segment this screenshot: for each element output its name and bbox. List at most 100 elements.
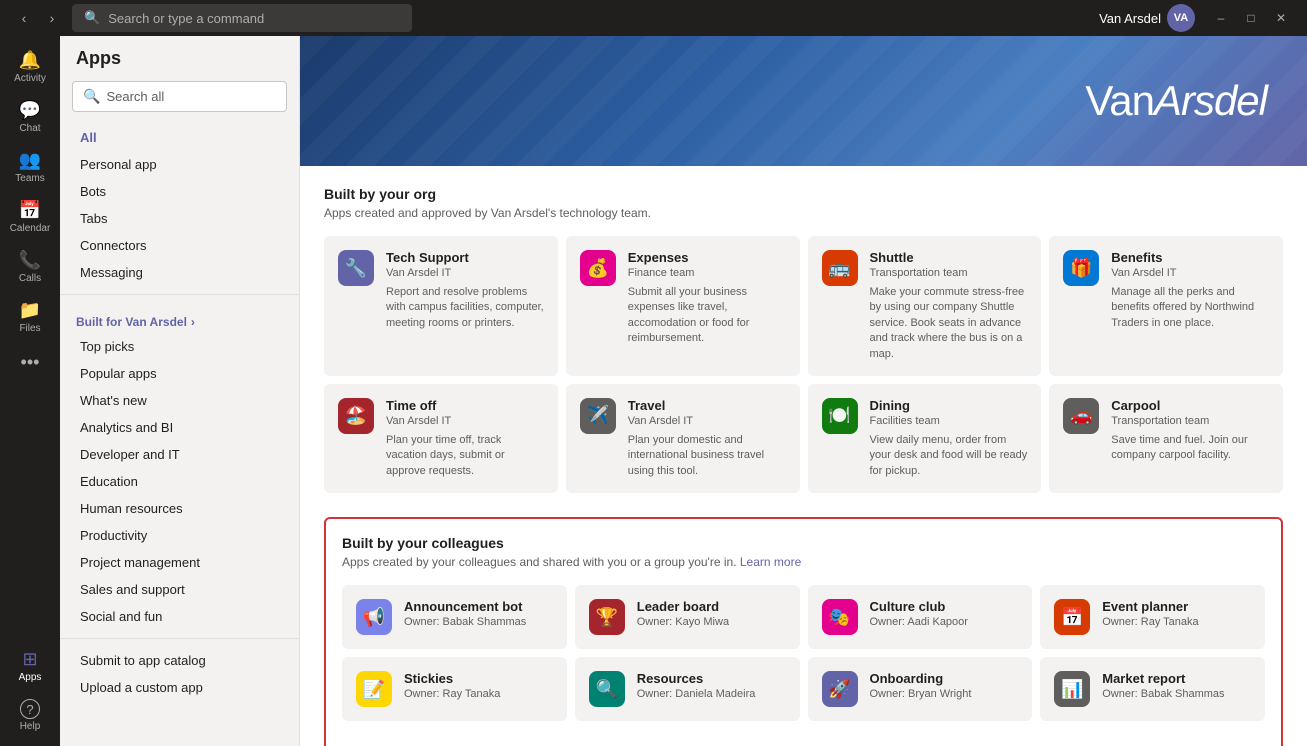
rail-item-teams[interactable]: 👥 Teams — [6, 144, 54, 190]
nav-forward-button[interactable]: › — [40, 6, 64, 30]
app-info: Carpool Transportation team Save time an… — [1111, 398, 1269, 464]
app-card[interactable]: 🔧 Tech Support Van Arsdel IT Report and … — [324, 236, 558, 376]
app-owner: Van Arsdel IT — [386, 267, 544, 279]
global-search-bar[interactable]: 🔍 — [72, 4, 412, 32]
app-info: Tech Support Van Arsdel IT Report and re… — [386, 250, 544, 331]
app-card[interactable]: 💰 Expenses Finance team Submit all your … — [566, 236, 800, 376]
sidebar-title: Apps — [60, 48, 299, 81]
sidebar-item-hr[interactable]: Human resources — [64, 495, 295, 522]
rail-item-activity[interactable]: 🔔 Activity — [6, 44, 54, 90]
sidebar-item-bots[interactable]: Bots — [64, 178, 295, 205]
app-card[interactable]: 🏖️ Time off Van Arsdel IT Plan your time… — [324, 384, 558, 493]
sidebar-item-all[interactable]: All — [64, 124, 295, 151]
app-name: Market report — [1102, 671, 1251, 686]
app-owner: Transportation team — [1111, 415, 1269, 427]
sidebar-item-whats-new[interactable]: What's new — [64, 387, 295, 414]
title-bar-left: ‹ › 🔍 — [12, 4, 412, 32]
colleagues-app-card[interactable]: 🎭 Culture club Owner: Aadi Kapoor — [808, 585, 1033, 649]
app-desc: Manage all the perks and benefits offere… — [1111, 285, 1269, 331]
app-name: Culture club — [870, 599, 1019, 614]
rail-item-chat[interactable]: 💬 Chat — [6, 94, 54, 140]
title-bar: ‹ › 🔍 Van Arsdel VA – □ ✕ — [0, 0, 1307, 36]
sidebar-search-icon: 🔍 — [83, 88, 100, 105]
app-owner: Owner: Ray Tanaka — [1102, 616, 1251, 628]
app-icon: 🏆 — [589, 599, 625, 635]
sidebar-item-tabs[interactable]: Tabs — [64, 205, 295, 232]
app-icon: 🎭 — [822, 599, 858, 635]
colleagues-app-card[interactable]: 🏆 Leader board Owner: Kayo Miwa — [575, 585, 800, 649]
calendar-icon: 📅 — [19, 200, 41, 221]
banner: VanArsdel — [300, 36, 1307, 166]
colleagues-app-card[interactable]: 🚀 Onboarding Owner: Bryan Wright — [808, 657, 1033, 721]
sidebar-item-developer[interactable]: Developer and IT — [64, 441, 295, 468]
sidebar-item-messaging[interactable]: Messaging — [64, 259, 295, 286]
app-name: Time off — [386, 398, 544, 413]
sidebar-search-input[interactable] — [106, 89, 276, 104]
sidebar-built-for-header[interactable]: Built for Van Arsdel › — [60, 303, 299, 333]
app-name: Tech Support — [386, 250, 544, 265]
user-info[interactable]: Van Arsdel VA — [1099, 4, 1195, 32]
app-owner: Owner: Babak Shammas — [1102, 688, 1251, 700]
minimize-button[interactable]: – — [1207, 4, 1235, 32]
app-desc: Save time and fuel. Join our company car… — [1111, 433, 1269, 464]
rail-item-apps[interactable]: ⊞ Apps — [6, 643, 54, 689]
rail-item-calendar[interactable]: 📅 Calendar — [6, 194, 54, 240]
colleagues-app-card[interactable]: 📢 Announcement bot Owner: Babak Shammas — [342, 585, 567, 649]
app-desc: Submit all your business expenses like t… — [628, 285, 786, 347]
app-owner: Owner: Kayo Miwa — [637, 616, 786, 628]
sidebar-item-education[interactable]: Education — [64, 468, 295, 495]
sidebar-item-social[interactable]: Social and fun — [64, 603, 295, 630]
sidebar-search[interactable]: 🔍 — [72, 81, 287, 112]
app-icon: 🚌 — [822, 250, 858, 286]
more-button[interactable]: ••• — [21, 352, 40, 373]
rail-item-files[interactable]: 📁 Files — [6, 294, 54, 340]
app-info: Travel Van Arsdel IT Plan your domestic … — [628, 398, 786, 479]
app-icon: 🔍 — [589, 671, 625, 707]
app-card[interactable]: 🚌 Shuttle Transportation team Make your … — [808, 236, 1042, 376]
colleagues-app-card[interactable]: 📅 Event planner Owner: Ray Tanaka — [1040, 585, 1265, 649]
app-owner: Owner: Aadi Kapoor — [870, 616, 1019, 628]
app-card[interactable]: ✈️ Travel Van Arsdel IT Plan your domest… — [566, 384, 800, 493]
app-owner: Owner: Daniela Madeira — [637, 688, 786, 700]
sidebar-item-top-picks[interactable]: Top picks — [64, 333, 295, 360]
nav-back-button[interactable]: ‹ — [12, 6, 36, 30]
sidebar-item-productivity[interactable]: Productivity — [64, 522, 295, 549]
sidebar-item-popular[interactable]: Popular apps — [64, 360, 295, 387]
rail-item-help[interactable]: ? Help — [6, 693, 54, 738]
help-icon: ? — [20, 699, 40, 719]
app-icon: 🎁 — [1063, 250, 1099, 286]
close-button[interactable]: ✕ — [1267, 4, 1295, 32]
rail-item-calls[interactable]: 📞 Calls — [6, 244, 54, 290]
sidebar-item-sales[interactable]: Sales and support — [64, 576, 295, 603]
app-info: Benefits Van Arsdel IT Manage all the pe… — [1111, 250, 1269, 331]
app-owner: Van Arsdel IT — [386, 415, 544, 427]
activity-icon: 🔔 — [19, 50, 41, 71]
colleagues-app-card[interactable]: 📝 Stickies Owner: Ray Tanaka — [342, 657, 567, 721]
sidebar-item-analytics[interactable]: Analytics and BI — [64, 414, 295, 441]
sidebar-item-personal[interactable]: Personal app — [64, 151, 295, 178]
sidebar-item-connectors[interactable]: Connectors — [64, 232, 295, 259]
colleagues-app-card[interactable]: 📊 Market report Owner: Babak Shammas — [1040, 657, 1265, 721]
app-name: Travel — [628, 398, 786, 413]
app-owner: Finance team — [628, 267, 786, 279]
built-by-org-title: Built by your org — [324, 186, 1283, 202]
app-card[interactable]: 🍽️ Dining Facilities team View daily men… — [808, 384, 1042, 493]
app-card[interactable]: 🎁 Benefits Van Arsdel IT Manage all the … — [1049, 236, 1283, 376]
app-name: Resources — [637, 671, 786, 686]
sidebar-item-project-management[interactable]: Project management — [64, 549, 295, 576]
app-card[interactable]: 🚗 Carpool Transportation team Save time … — [1049, 384, 1283, 493]
rail-label-calls: Calls — [19, 273, 41, 284]
app-owner: Van Arsdel IT — [1111, 267, 1269, 279]
sidebar-submit-catalog[interactable]: Submit to app catalog — [64, 647, 295, 674]
calls-icon: 📞 — [19, 250, 41, 271]
sidebar-upload-app[interactable]: Upload a custom app — [64, 674, 295, 701]
global-search-input[interactable] — [108, 11, 400, 26]
app-info: Event planner Owner: Ray Tanaka — [1102, 599, 1251, 634]
maximize-button[interactable]: □ — [1237, 4, 1265, 32]
nav-rail: 🔔 Activity 💬 Chat 👥 Teams 📅 Calendar 📞 C… — [0, 36, 60, 746]
colleagues-app-card[interactable]: 🔍 Resources Owner: Daniela Madeira — [575, 657, 800, 721]
app-info: Onboarding Owner: Bryan Wright — [870, 671, 1019, 706]
app-info: Leader board Owner: Kayo Miwa — [637, 599, 786, 634]
learn-more-link[interactable]: Learn more — [740, 555, 801, 569]
app-icon: 📢 — [356, 599, 392, 635]
